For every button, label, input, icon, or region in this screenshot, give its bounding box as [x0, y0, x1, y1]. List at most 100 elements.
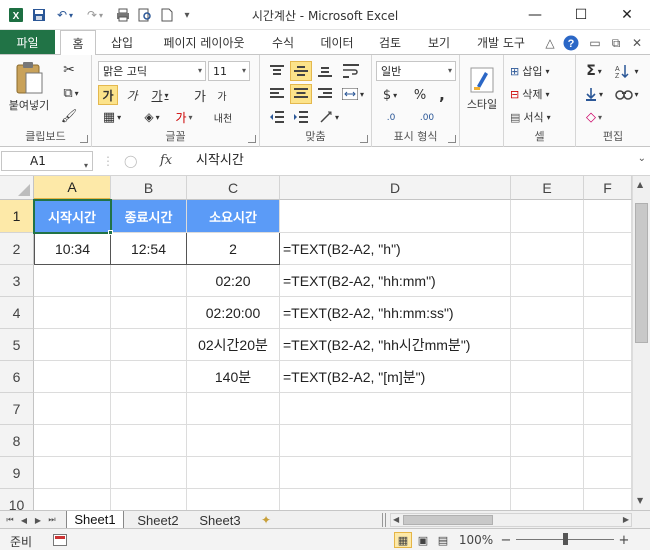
tab-home[interactable]: 홈: [60, 30, 96, 55]
clear-icon[interactable]: ◇ ▾: [580, 107, 608, 127]
grow-font-button[interactable]: 가: [190, 85, 210, 105]
page-break-view-icon[interactable]: ▤: [434, 532, 452, 548]
fill-color-icon[interactable]: ◈ ▾: [138, 107, 166, 127]
tab-view[interactable]: 보기: [418, 30, 460, 55]
fill-icon[interactable]: ▾: [580, 84, 608, 104]
bottom-align-icon[interactable]: [314, 61, 336, 81]
paste-button[interactable]: 붙여넣기: [6, 59, 52, 115]
row-header-4[interactable]: 4: [0, 297, 34, 329]
italic-button[interactable]: 가: [122, 85, 142, 105]
number-format-dropdown[interactable]: 일반 ▾: [376, 61, 456, 81]
tab-formulas[interactable]: 수식: [262, 30, 304, 55]
row-header-5[interactable]: 5: [0, 329, 34, 361]
cell-c6[interactable]: 140분: [187, 361, 280, 393]
align-left-icon[interactable]: [266, 84, 288, 104]
tab-insert[interactable]: 삽입: [100, 30, 144, 55]
prev-sheet-icon[interactable]: ◀: [18, 513, 30, 527]
help-icon[interactable]: ?: [562, 34, 580, 52]
column-header-b[interactable]: B: [111, 176, 187, 200]
horizontal-scrollbar[interactable]: ◀ ▶: [390, 513, 632, 527]
phonetic-guide-button[interactable]: 내천: [208, 107, 238, 127]
sheet-tab-sheet1[interactable]: Sheet1: [66, 511, 124, 529]
format-cells-button[interactable]: ▤ 서식 ▾: [510, 107, 572, 127]
expand-formula-icon[interactable]: ◯: [124, 154, 137, 168]
row-header-1[interactable]: 1: [0, 200, 34, 233]
horizontal-scroll-thumb[interactable]: [403, 515, 493, 525]
cell-c5[interactable]: 02시간20분: [187, 329, 280, 361]
vertical-scrollbar[interactable]: ▲ ▼: [632, 176, 650, 510]
cell-c3[interactable]: 02:20: [187, 265, 280, 297]
find-select-icon[interactable]: ▾: [612, 84, 642, 104]
workbook-minimize-icon[interactable]: ▭: [586, 34, 604, 52]
row-header-6[interactable]: 6: [0, 361, 34, 393]
scroll-up-icon[interactable]: ▲: [637, 180, 643, 189]
cell-d4[interactable]: =TEXT(B2-A2, "hh:mm:ss"): [280, 297, 511, 329]
wrap-text-icon[interactable]: [340, 61, 362, 81]
format-painter-icon[interactable]: 🖌: [58, 106, 80, 126]
zoom-slider-thumb[interactable]: [563, 533, 568, 545]
percent-button[interactable]: %: [410, 85, 430, 105]
undo-icon[interactable]: ↶ ▾: [52, 6, 78, 24]
styles-button[interactable]: 스타일: [462, 61, 502, 117]
print-preview-icon[interactable]: [136, 6, 154, 24]
new-file-icon[interactable]: [158, 6, 176, 24]
align-center-icon[interactable]: [290, 84, 312, 104]
row-header-9[interactable]: 9: [0, 457, 34, 489]
underline-button[interactable]: 가 ▾: [146, 85, 174, 105]
new-sheet-icon[interactable]: ✦: [254, 511, 278, 529]
tab-page-layout[interactable]: 페이지 레이아웃: [150, 30, 258, 55]
macro-record-icon[interactable]: [52, 532, 68, 548]
decrease-indent-icon[interactable]: [266, 107, 288, 127]
column-header-e[interactable]: E: [511, 176, 584, 200]
cut-icon[interactable]: ✂: [58, 60, 80, 80]
comma-button[interactable]: ,: [432, 85, 452, 105]
increase-decimal-button[interactable]: .0: [376, 108, 406, 128]
tab-split-handle[interactable]: [382, 513, 386, 527]
last-sheet-icon[interactable]: ⏭: [46, 513, 58, 527]
cell-d3[interactable]: =TEXT(B2-A2, "hh:mm"): [280, 265, 511, 297]
shrink-font-button[interactable]: 가: [212, 85, 232, 105]
cell-c1[interactable]: 소요시간: [187, 200, 280, 233]
clipboard-launcher-icon[interactable]: [80, 135, 88, 143]
cell-b2[interactable]: 12:54: [110, 233, 187, 265]
cell-d5[interactable]: =TEXT(B2-A2, "hh시간mm분"): [280, 329, 511, 361]
insert-cells-button[interactable]: ⊞ 삽입 ▾: [510, 61, 572, 81]
column-header-c[interactable]: C: [187, 176, 280, 200]
middle-align-icon[interactable]: [290, 61, 312, 81]
row-header-2[interactable]: 2: [0, 233, 34, 265]
save-icon[interactable]: [30, 6, 48, 24]
cell-a2[interactable]: 10:34: [34, 233, 111, 265]
sort-filter-icon[interactable]: A Z ▾: [612, 61, 642, 81]
alignment-launcher-icon[interactable]: [360, 135, 368, 143]
sheet-tab-sheet2[interactable]: Sheet2: [128, 511, 188, 529]
print-icon[interactable]: [114, 6, 132, 24]
orientation-icon[interactable]: ▾: [314, 107, 344, 127]
normal-view-icon[interactable]: ▦: [394, 532, 412, 548]
insert-function-button[interactable]: fx: [160, 153, 172, 168]
column-header-a[interactable]: A: [34, 176, 111, 200]
worksheet-grid[interactable]: A B C D E F 1 2 3 4 5 6 7 8 9 10 시작시간 종료…: [0, 176, 650, 510]
copy-icon[interactable]: ⧉ ▾: [58, 83, 84, 103]
row-header-7[interactable]: 7: [0, 393, 34, 425]
cell-d2[interactable]: =TEXT(B2-A2, "h"): [280, 233, 511, 265]
align-right-icon[interactable]: [314, 84, 336, 104]
merge-center-icon[interactable]: ▾: [338, 84, 368, 104]
select-all-corner[interactable]: [0, 176, 34, 200]
autosum-icon[interactable]: Σ ▾: [580, 61, 608, 81]
formula-input[interactable]: 시작시간: [186, 151, 631, 171]
top-align-icon[interactable]: [266, 61, 288, 81]
increase-indent-icon[interactable]: [290, 107, 312, 127]
minimize-button[interactable]: —: [512, 0, 558, 30]
page-layout-view-icon[interactable]: ▣: [414, 532, 432, 548]
redo-icon[interactable]: ↷ ▾: [82, 6, 108, 24]
decrease-decimal-button[interactable]: .00: [412, 108, 442, 128]
workbook-restore-icon[interactable]: ⧉: [607, 34, 625, 52]
close-button[interactable]: ✕: [604, 0, 650, 30]
number-launcher-icon[interactable]: [448, 135, 456, 143]
row-header-3[interactable]: 3: [0, 265, 34, 297]
expand-formula-bar-icon[interactable]: ⌄: [638, 153, 646, 164]
font-color-icon[interactable]: 가 ▾: [170, 107, 198, 127]
column-header-d[interactable]: D: [280, 176, 511, 200]
cell-d6[interactable]: =TEXT(B2-A2, "[m]분"): [280, 361, 511, 393]
cell-a1[interactable]: 시작시간: [34, 200, 111, 233]
